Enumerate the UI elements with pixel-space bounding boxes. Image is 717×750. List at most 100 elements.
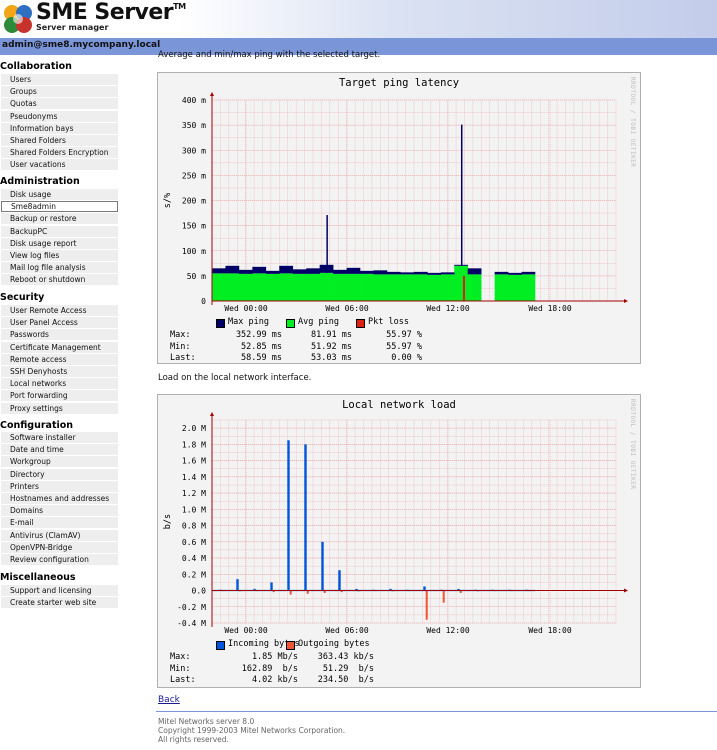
sidebar-item-openvpn-bridge[interactable]: OpenVPN-Bridge [1,541,118,553]
x-tick-label: Wed 00:00 [224,626,268,635]
avg-ping-bar [440,274,455,301]
sidebar-item-create-starter-web-site[interactable]: Create starter web site [1,597,118,609]
sidebar-item-domains[interactable]: Domains [1,505,118,517]
footer-line-3: All rights reserved. [158,735,229,744]
max-ping-band [306,268,320,274]
x-tick-label: Wed 18:00 [528,626,572,635]
y-tick-label: 200 m [182,197,206,206]
sidebar-item-remote-access[interactable]: Remote access [1,353,118,365]
max-ping-band [252,266,267,274]
sidebar-item-shared-folders[interactable]: Shared Folders [1,135,118,146]
sidebar-item-date-and-time[interactable]: Date and time [1,444,118,456]
incoming-bar [423,586,426,591]
sidebar-item-local-networks[interactable]: Local networks [1,378,118,390]
sidebar-item-backup-or-restore[interactable]: Backup or restore [1,213,118,225]
y-tick-label: 300 m [182,146,206,155]
x-tick-label: Wed 18:00 [528,304,572,313]
sidebar-item-disk-usage[interactable]: Disk usage [1,189,118,200]
y-tick-label: 1.8 M [182,440,206,449]
legend-label: Outgoing bytes [298,639,370,649]
stat-row-label: Min: [170,341,191,352]
stat-row-label: Last: [170,675,196,685]
back-link[interactable]: Back [158,695,180,705]
sidebar-section-configuration: Configuration [0,420,74,431]
sidebar-item-sme8admin[interactable]: Sme8admin [1,201,118,213]
outgoing-bar [289,590,292,595]
sidebar-item-port-forwarding[interactable]: Port forwarding [1,390,118,402]
legend-label: Avg ping [298,317,339,327]
avg-ping-bar [413,274,428,301]
sidebar-item-quotas[interactable]: Quotas [1,98,118,110]
sidebar-item-shared-folders-encryption[interactable]: Shared Folders Encryption [1,147,118,159]
ping-latency-graph: Target ping latency RRDTOOL / TOBI OETIK… [157,72,641,364]
sidebar-item-support-and-licensing[interactable]: Support and licensing [1,585,118,596]
avg-ping-bar [333,273,347,301]
avg-ping-bar [494,274,509,301]
app-subtitle: Server manager [36,23,109,32]
max-ping-band [413,271,428,275]
sidebar-item-disk-usage-report[interactable]: Disk usage report [1,237,118,249]
y-tick-label: 0.6 M [182,538,206,547]
avg-ping-bar [252,273,267,301]
max-ping-band [292,269,307,274]
sidebar-item-users[interactable]: Users [1,74,118,85]
sidebar-item-groups[interactable]: Groups [1,86,118,98]
stat-row-label: Min: [170,663,191,674]
sidebar-item-pseudonyms[interactable]: Pseudonyms [1,110,118,122]
x-tick-label: Wed 06:00 [325,626,369,635]
sidebar-item-workgroup[interactable]: Workgroup [1,456,118,468]
sidebar-item-review-configuration[interactable]: Review configuration [1,554,118,565]
sidebar-item-proxy-settings[interactable]: Proxy settings [1,402,118,414]
stat-value: 363.43 kb/s [317,652,374,662]
sidebar-item-view-log-files[interactable]: View log files [1,250,118,261]
sidebar-item-printers[interactable]: Printers [1,480,118,492]
avg-ping-bar [238,273,253,301]
footer-divider [156,711,717,712]
sidebar-item-certificate-management[interactable]: Certificate Management [1,341,118,353]
y-axis-label: b/s [163,514,173,529]
sidebar-item-software-installer[interactable]: Software installer [1,432,118,443]
y-tick-label: 400 m [182,96,206,105]
max-ping-band [454,264,469,266]
sidebar-item-user-panel-access[interactable]: User Panel Access [1,317,118,329]
y-tick-label: 1.4 M [182,473,206,482]
avg-ping-bar [373,274,388,301]
stat-value: 162.89 b/s [241,663,298,674]
avg-ping-bar [319,272,334,301]
sidebar-item-user-remote-access[interactable]: User Remote Access [1,305,118,316]
sidebar-item-hostnames-and-addresses[interactable]: Hostnames and addresses [1,493,118,504]
ping-intro-text: Average and min/max ping with the select… [158,50,381,60]
y-tick-label: 1.0 M [182,505,206,514]
avg-ping-bar [306,273,320,301]
max-ping-band [238,269,253,274]
sidebar-item-ssh-denyhosts[interactable]: SSH Denyhosts [1,366,118,377]
legend-swatch [356,319,365,328]
network-intro-text: Load on the local network interface. [158,373,312,383]
stat-value: 234.50 b/s [317,675,374,685]
stat-value: 1.85 Mb/s [251,652,298,662]
sidebar-item-user-vacations[interactable]: User vacations [1,159,118,171]
avg-ping-bar [400,274,415,301]
sidebar-item-directory[interactable]: Directory [1,468,118,480]
trademark: TM [173,2,186,11]
incoming-bar [321,541,324,591]
footer-line-1: Mitel Networks server 8.0 [158,717,255,726]
sidebar-item-antivirus-clamav[interactable]: Antivirus (ClamAV) [1,529,118,541]
sidebar-section-miscellaneous: Miscellaneous [0,572,76,583]
max-ping-band [373,270,388,275]
sidebar-item-mail-log-file-analysis[interactable]: Mail log file analysis [1,262,118,274]
y-tick-label: 1.2 M [182,489,206,498]
max-ping-band [319,264,334,273]
sidebar-item-e-mail[interactable]: E-mail [1,517,118,529]
legend-swatch [216,641,225,650]
sidebar-item-passwords[interactable]: Passwords [1,329,118,341]
legend-label: Max ping [228,317,269,327]
x-tick-label: Wed 06:00 [325,304,369,313]
max-ping-band [333,269,347,274]
max-ping-band [279,265,294,274]
max-ping-band [494,271,509,275]
sidebar-item-reboot-or-shutdown[interactable]: Reboot or shutdown [1,274,118,286]
avg-ping-bar [508,274,522,301]
sidebar-item-information-bays[interactable]: Information bays [1,122,118,134]
sidebar-item-backuppc[interactable]: BackupPC [1,225,118,237]
